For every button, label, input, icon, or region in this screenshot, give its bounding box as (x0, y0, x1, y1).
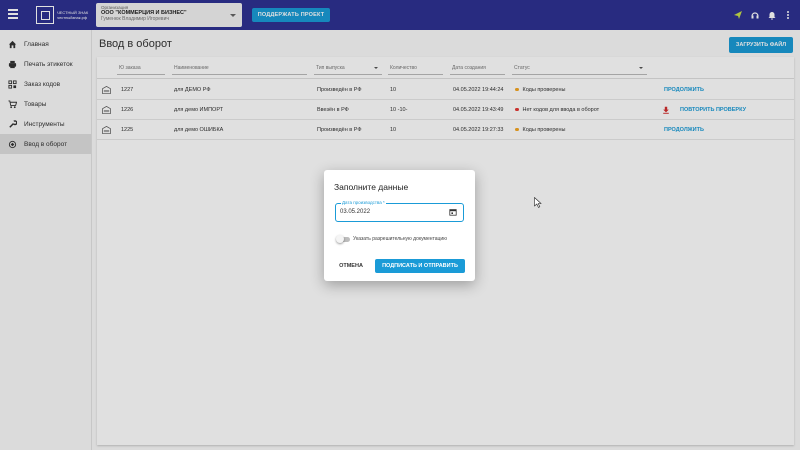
toggle-knob (336, 235, 344, 243)
cancel-button[interactable]: ОТМЕНА (336, 259, 366, 273)
dialog-title: Заполните данные (334, 182, 409, 192)
mouse-cursor-icon (534, 197, 542, 208)
calendar-icon[interactable] (449, 208, 457, 216)
permit-docs-toggle[interactable] (336, 235, 350, 243)
sign-and-send-button[interactable]: ПОДПИСАТЬ И ОТПРАВИТЬ (375, 259, 465, 273)
production-date-value: 03.05.2022 (340, 209, 371, 215)
fill-data-dialog: Заполните данные Дата производства * 03.… (324, 170, 475, 281)
production-date-label: Дата производства * (341, 200, 386, 205)
production-date-field[interactable]: Дата производства * 03.05.2022 (335, 200, 464, 222)
permit-docs-label: Указать разрешительную документацию (353, 236, 447, 242)
